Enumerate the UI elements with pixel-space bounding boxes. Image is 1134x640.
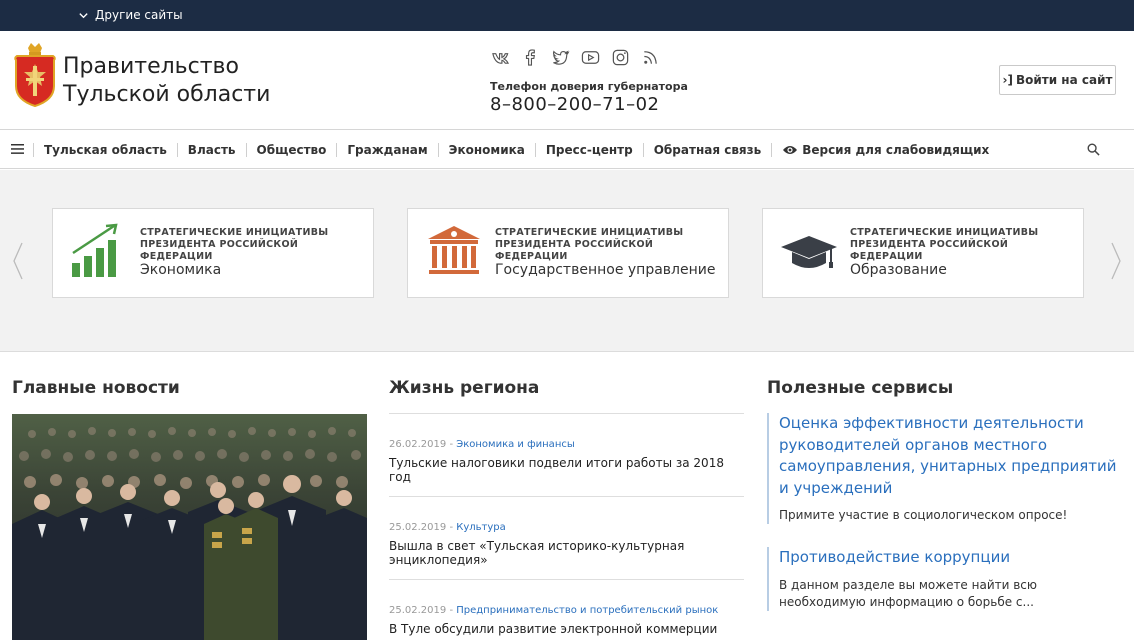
growth-chart-icon [72, 223, 118, 277]
list-item[interactable]: 25.02.2019 - Предпринимательство и потре… [389, 579, 744, 640]
accessibility-label: Версия для слабовидящих [802, 142, 990, 157]
news-title[interactable]: В Туле обсудили развитие электронной ком… [389, 622, 744, 636]
card-kicker: Стратегические инициативы Президента Рос… [495, 227, 684, 262]
graduation-cap-icon [781, 236, 837, 268]
twitter-icon[interactable] [550, 48, 571, 67]
nav-item-citizens[interactable]: Гражданам [336, 142, 437, 157]
service-title-link[interactable]: Оценка эффективности деятельности руково… [779, 413, 1117, 499]
main-nav: Тульская область Власть Общество Граждан… [0, 130, 1134, 169]
search-icon[interactable] [1087, 143, 1100, 156]
top-bar: Другие сайты [0, 0, 1134, 31]
news-date: 25.02.2019 [389, 605, 447, 616]
nav-item-press-center[interactable]: Пресс-центр [534, 142, 643, 157]
carousel-prev-arrow[interactable] [12, 242, 24, 280]
service-description: Примите участие в социологическом опросе… [779, 508, 1068, 522]
service-item: Оценка эффективности деятельности руково… [767, 413, 1117, 524]
list-item[interactable]: 25.02.2019 - Культура Вышла в свет «Туль… [389, 496, 744, 579]
news-date: 26.02.2019 [389, 439, 447, 450]
login-button[interactable]: ›] Войти на сайт [999, 65, 1116, 95]
instagram-icon[interactable] [610, 48, 631, 67]
service-title-link[interactable]: Противодействие коррупции [779, 547, 1117, 569]
chevron-down-icon [79, 12, 88, 18]
news-date: 25.02.2019 [389, 522, 447, 533]
news-category[interactable]: Культура [456, 522, 506, 533]
region-news-list: 26.02.2019 - Экономика и финансы Тульски… [389, 413, 744, 640]
service-item: Противодействие коррупции В данном разде… [767, 547, 1117, 611]
card-title: Государственное управление [495, 262, 716, 278]
news-title[interactable]: Тульские налоговики подвели итоги работы… [389, 456, 744, 484]
news-meta: 25.02.2019 - Культура [389, 522, 744, 533]
meta-separator: - [446, 439, 457, 450]
news-title[interactable]: Вышла в свет «Тульская историко-культурн… [389, 539, 744, 567]
youtube-icon[interactable] [580, 48, 601, 67]
site-title[interactable]: Правительство Тульской области [63, 53, 270, 109]
login-icon: ›] [1002, 73, 1013, 87]
services-list: Оценка эффективности деятельности руково… [767, 413, 1117, 611]
card-title: Экономика [140, 262, 222, 278]
initiative-card-government[interactable]: Стратегические инициативы Президента Рос… [407, 208, 729, 298]
main-news-heading[interactable]: Главные новости [12, 378, 180, 398]
initiative-card-education[interactable]: Стратегические инициативы Президента Рос… [762, 208, 1084, 298]
initiative-card-economy[interactable]: Стратегические инициативы Президента Рос… [52, 208, 374, 298]
services-heading: Полезные сервисы [767, 378, 954, 398]
menu-icon[interactable] [11, 142, 25, 156]
service-description: В данном разделе вы можете найти всю нео… [779, 577, 1038, 609]
main-news-photo[interactable] [12, 414, 367, 640]
facebook-icon[interactable] [520, 48, 541, 67]
vk-icon[interactable] [490, 48, 511, 67]
social-links [490, 48, 661, 67]
site-title-line1: Правительство [63, 54, 239, 79]
rss-icon[interactable] [640, 48, 661, 67]
other-sites-label: Другие сайты [95, 8, 183, 22]
hotline-label: Телефон доверия губернатора [490, 80, 688, 93]
news-meta: 25.02.2019 - Предпринимательство и потре… [389, 605, 744, 616]
site-header: Правительство Тульской области Телефон д… [0, 31, 1134, 130]
initiatives-carousel: Стратегические инициативы Президента Рос… [0, 170, 1134, 352]
nav-item-tula-region[interactable]: Тульская область [33, 142, 177, 157]
meta-separator: - [446, 522, 457, 533]
news-category[interactable]: Предпринимательство и потребительский ры… [456, 605, 718, 616]
hotline-phone[interactable]: 8–800–200–71–02 [490, 94, 659, 115]
news-meta: 26.02.2019 - Экономика и финансы [389, 439, 744, 450]
nav-list: Тульская область Власть Общество Граждан… [33, 130, 999, 169]
nav-item-feedback[interactable]: Обратная связь [642, 142, 771, 157]
card-title: Образование [850, 262, 947, 278]
other-sites-toggle[interactable]: Другие сайты [78, 8, 183, 22]
card-kicker: Стратегические инициативы Президента Рос… [850, 227, 1039, 262]
news-category[interactable]: Экономика и финансы [456, 439, 575, 450]
login-label: Войти на сайт [1015, 73, 1113, 87]
site-title-line2: Тульской области [63, 82, 271, 107]
government-building-icon [428, 226, 480, 274]
list-item[interactable]: 26.02.2019 - Экономика и финансы Тульски… [389, 413, 744, 496]
eye-icon [783, 145, 798, 154]
nav-item-economy[interactable]: Экономика [437, 142, 535, 157]
card-kicker: Стратегические инициативы Президента Рос… [140, 227, 329, 262]
region-life-heading[interactable]: Жизнь региона [389, 378, 539, 398]
meta-separator: - [446, 605, 457, 616]
carousel-next-arrow[interactable] [1110, 242, 1122, 280]
nav-item-power[interactable]: Власть [176, 142, 246, 157]
nav-item-society[interactable]: Общество [245, 142, 337, 157]
nav-item-accessibility[interactable]: Версия для слабовидящих [771, 142, 999, 157]
coat-of-arms-logo[interactable] [12, 42, 58, 108]
